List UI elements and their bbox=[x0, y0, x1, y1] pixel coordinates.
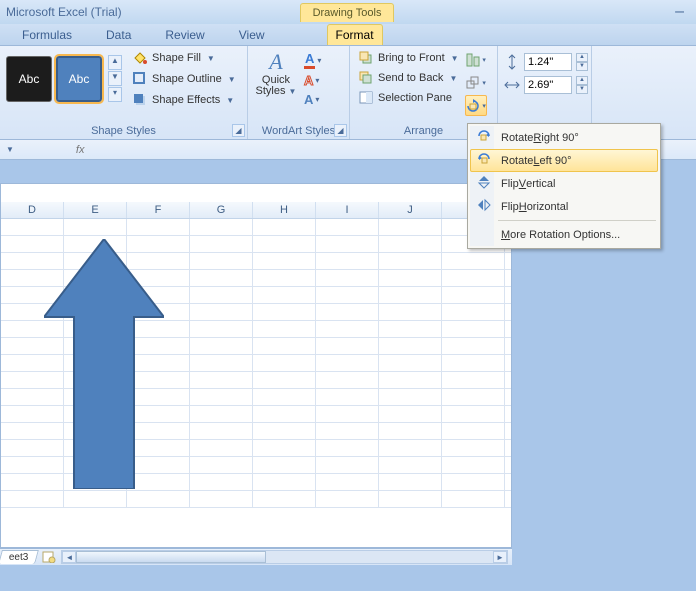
group-wordart-styles: A QuickStyles ▼ A▾ A▾ A▾ WordArt Styles … bbox=[248, 46, 350, 139]
height-control: ▲▼ bbox=[504, 53, 585, 71]
group-icon bbox=[465, 75, 481, 91]
rotate-button[interactable]: ▾ bbox=[465, 95, 487, 116]
context-tab-label: Drawing Tools bbox=[300, 3, 395, 22]
shape-outline-button[interactable]: Shape Outline▼ bbox=[130, 70, 238, 88]
group-label-shape-styles: Shape Styles bbox=[6, 124, 241, 138]
column-headers[interactable]: D E F G H I J K bbox=[1, 202, 511, 219]
insert-sheet-button[interactable] bbox=[41, 550, 57, 564]
col-header[interactable]: I bbox=[316, 202, 379, 218]
scroll-right-button[interactable]: ► bbox=[493, 551, 507, 563]
align-button[interactable]: ▾ bbox=[465, 49, 487, 70]
tab-format[interactable]: Format bbox=[327, 24, 383, 45]
rotate-left-icon bbox=[475, 151, 493, 170]
bucket-icon bbox=[132, 50, 148, 66]
tab-formulas[interactable]: Formulas bbox=[14, 25, 80, 45]
width-spinner[interactable]: ▲▼ bbox=[576, 76, 588, 94]
minimize-button[interactable]: – bbox=[669, 3, 690, 21]
gallery-scroll[interactable]: ▲▼▾ bbox=[108, 55, 122, 103]
tab-review[interactable]: Review bbox=[157, 25, 212, 45]
col-header[interactable]: D bbox=[1, 202, 64, 218]
bring-to-front-button[interactable]: Bring to Front▼ bbox=[356, 49, 461, 67]
height-spinner[interactable]: ▲▼ bbox=[576, 53, 588, 71]
height-input[interactable] bbox=[524, 53, 572, 71]
height-icon bbox=[504, 54, 520, 70]
name-box-dropdown[interactable]: ▼ bbox=[6, 145, 14, 154]
col-header[interactable]: F bbox=[127, 202, 190, 218]
shape-effects-button[interactable]: Shape Effects▼ bbox=[130, 91, 238, 109]
col-header[interactable]: E bbox=[64, 202, 127, 218]
text-outline-button[interactable]: A▾ bbox=[304, 73, 321, 88]
rotate-icon bbox=[465, 98, 481, 114]
flip-vertical-icon bbox=[475, 174, 493, 193]
col-header[interactable]: H bbox=[253, 202, 316, 218]
group-button[interactable]: ▾ bbox=[465, 72, 487, 93]
ribbon-tabs: Formulas Data Review View Format bbox=[0, 24, 696, 46]
rotate-right-icon bbox=[475, 128, 493, 147]
horizontal-scrollbar[interactable]: ◄ ► bbox=[61, 550, 508, 564]
menu-separator bbox=[498, 220, 656, 221]
scroll-left-button[interactable]: ◄ bbox=[62, 551, 76, 563]
selection-pane-button[interactable]: Selection Pane bbox=[356, 89, 461, 107]
shape-style-sample-2[interactable]: Abc bbox=[56, 56, 102, 102]
menu-flip-vertical[interactable]: Flip Vertical bbox=[470, 172, 658, 195]
sheet-tab[interactable]: eet3 bbox=[0, 550, 39, 564]
sheet-tab-bar: eet3 ◄ ► bbox=[0, 548, 512, 565]
wordart-glyph-icon: A bbox=[269, 49, 282, 75]
send-to-back-button[interactable]: Send to Back▼ bbox=[356, 69, 461, 87]
group-label-wordart: WordArt Styles bbox=[254, 124, 343, 138]
menu-more-rotation-options[interactable]: More Rotation Options... bbox=[470, 223, 658, 246]
col-header[interactable]: J bbox=[379, 202, 442, 218]
shape-styles-dialog-launcher[interactable]: ◢ bbox=[232, 124, 245, 137]
worksheet-window: – ❐ D E F G H I J K bbox=[0, 183, 512, 548]
pencil-icon bbox=[132, 71, 148, 87]
menu-rotate-right-90[interactable]: Rotate Right 90° bbox=[470, 126, 658, 149]
align-icon bbox=[465, 52, 481, 68]
group-shape-styles: Abc Abc ▲▼▾ Shape Fill▼ Shape Outline▼ S… bbox=[0, 46, 248, 139]
tab-data[interactable]: Data bbox=[98, 25, 139, 45]
col-header[interactable]: G bbox=[190, 202, 253, 218]
menu-rotate-left-90[interactable]: Rotate Left 90° bbox=[470, 149, 658, 172]
shape-style-sample-1[interactable]: Abc bbox=[6, 56, 52, 102]
app-title: Microsoft Excel (Trial) bbox=[6, 5, 122, 19]
shape-style-gallery[interactable]: Abc Abc ▲▼▾ bbox=[6, 49, 122, 109]
rotate-menu: Rotate Right 90° Rotate Left 90° Flip Ve… bbox=[467, 123, 661, 249]
menu-flip-horizontal[interactable]: Flip Horizontal bbox=[470, 195, 658, 218]
width-control: ▲▼ bbox=[504, 76, 585, 94]
wordart-dialog-launcher[interactable]: ◢ bbox=[334, 124, 347, 137]
tab-view[interactable]: View bbox=[231, 25, 273, 45]
effects-icon bbox=[132, 92, 148, 108]
bring-front-icon bbox=[358, 50, 374, 66]
scroll-thumb[interactable] bbox=[76, 551, 266, 563]
shape-fill-button[interactable]: Shape Fill▼ bbox=[130, 49, 238, 67]
arrow-shape[interactable] bbox=[44, 239, 164, 492]
title-bar: Microsoft Excel (Trial) Drawing Tools – bbox=[0, 0, 696, 24]
text-effects-button[interactable]: A▾ bbox=[304, 92, 321, 107]
text-fill-button[interactable]: A▾ bbox=[304, 51, 321, 69]
width-input[interactable] bbox=[524, 76, 572, 94]
quick-styles-button[interactable]: A QuickStyles ▼ bbox=[254, 49, 298, 97]
flip-horizontal-icon bbox=[475, 197, 493, 216]
selection-pane-icon bbox=[358, 90, 374, 106]
fx-label[interactable]: fx bbox=[76, 144, 85, 156]
width-icon bbox=[504, 77, 520, 93]
send-back-icon bbox=[358, 70, 374, 86]
